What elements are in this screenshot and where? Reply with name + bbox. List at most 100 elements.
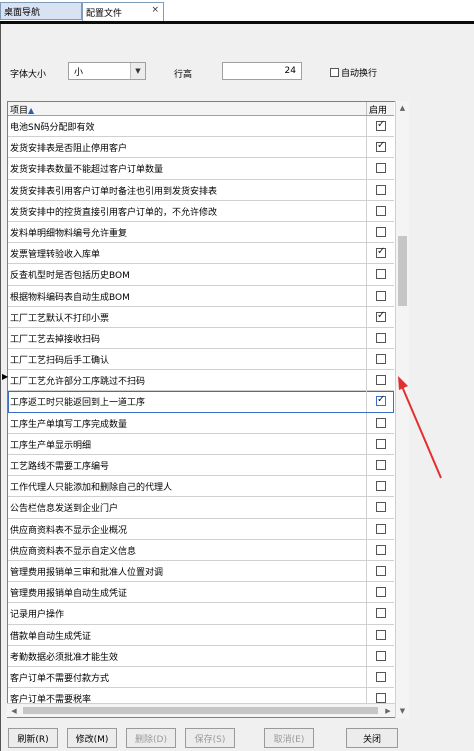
cell-separator	[366, 412, 367, 433]
table-row[interactable]: 电池SN码分配即有效	[8, 116, 394, 138]
table-row[interactable]: 工厂工艺默认不打印小票	[8, 306, 394, 328]
scroll-up-icon[interactable]: ▲	[396, 101, 409, 115]
enabled-checkbox[interactable]	[376, 394, 386, 407]
enabled-checkbox[interactable]	[376, 650, 386, 661]
table-row[interactable]: 工作代理人只能添加和删除自己的代理人	[8, 476, 394, 498]
enabled-checkbox[interactable]	[376, 119, 386, 131]
row-label: 供应商资料表不显示自定义信息	[10, 546, 137, 557]
table-row[interactable]: 工厂工艺允许部分工序跳过不扫码	[8, 370, 394, 392]
enabled-checkbox[interactable]	[376, 226, 386, 237]
enabled-checkbox[interactable]	[376, 523, 386, 534]
enabled-checkbox[interactable]	[376, 438, 386, 449]
table-row[interactable]: 管理费用报销单三审和批准人位置对调	[8, 560, 394, 583]
table-row[interactable]: 借款单自动生成凭证	[8, 624, 394, 646]
row-label: 工厂工艺允许部分工序跳过不扫码	[10, 377, 146, 388]
table-row[interactable]: 发料单明细物料编号允许重复	[8, 221, 394, 244]
vertical-scrollbar[interactable]: ▲ ▼	[395, 101, 409, 718]
delete-button[interactable]: 删除(D)	[126, 728, 176, 748]
table-row[interactable]: 反查机型时是否包括历史BOM	[8, 264, 394, 286]
row-label: 反查机型时是否包括历史BOM	[10, 271, 130, 282]
enabled-checkbox[interactable]	[376, 310, 386, 322]
row-label: 发货安排表是否阻止停用客户	[10, 144, 128, 155]
cell-separator	[366, 539, 367, 560]
column-header-enabled[interactable]: 启用	[369, 103, 387, 116]
close-tab-icon[interactable]: ×	[151, 5, 159, 15]
cell-separator	[366, 200, 367, 221]
horizontal-scrollbar[interactable]: ◀ ▶	[7, 703, 395, 717]
column-header-item[interactable]: 项目▲	[10, 103, 34, 116]
checkbox-icon[interactable]	[330, 68, 339, 77]
close-button-label: 关闭	[362, 734, 381, 745]
table-row[interactable]: 客户订单不需要付款方式	[8, 666, 394, 689]
cancel-button[interactable]: 取消(E)	[264, 728, 314, 748]
row-height-input[interactable]: 24	[222, 62, 302, 80]
enabled-checkbox[interactable]	[376, 587, 386, 598]
table-row[interactable]: 发货安排中的控货直接引用客户订单的，不允许修改	[8, 200, 394, 222]
table-row[interactable]: 发货安排表是否阻止停用客户	[8, 137, 394, 159]
save-button[interactable]: 保存(S)	[185, 728, 235, 748]
table-row[interactable]: 公告栏信息发送到企业门户	[8, 497, 394, 519]
tab-config-file[interactable]: 配置文件 ×	[82, 2, 164, 21]
enabled-checkbox[interactable]	[376, 246, 386, 259]
refresh-button[interactable]: 刷新(R)	[8, 728, 58, 748]
enabled-checkbox[interactable]	[376, 629, 386, 640]
scroll-left-icon[interactable]: ◀	[7, 704, 21, 717]
enabled-checkbox[interactable]	[376, 332, 386, 343]
enabled-checkbox[interactable]	[376, 184, 386, 195]
enabled-checkbox[interactable]	[376, 565, 386, 576]
enabled-checkbox[interactable]	[376, 502, 386, 513]
enabled-checkbox[interactable]	[376, 163, 386, 174]
table-row[interactable]: 工厂工艺扫码后手工确认	[8, 349, 394, 371]
close-button[interactable]: 关闭	[346, 728, 398, 748]
modify-button[interactable]: 修改(M)	[67, 728, 117, 748]
font-size-select[interactable]: 小 ▼	[68, 62, 146, 80]
row-label: 根据物料编码表自动生成BOM	[10, 292, 130, 303]
enabled-checkbox[interactable]	[376, 354, 386, 365]
enabled-checkbox[interactable]	[376, 693, 386, 704]
table-row[interactable]: 工艺路线不需要工序编号	[8, 455, 394, 477]
column-header-item-label: 项目	[10, 106, 29, 116]
enabled-checkbox[interactable]	[376, 608, 386, 619]
cell-separator	[366, 349, 367, 370]
enabled-checkbox[interactable]	[376, 417, 386, 428]
table-row[interactable]: 供应商资料表不显示企业概况	[8, 518, 394, 540]
table-row[interactable]: 发货安排表引用客户订单时备注也引用到发货安排表	[8, 179, 394, 201]
tab-config-file-label: 配置文件	[86, 8, 123, 19]
enabled-checkbox[interactable]	[376, 269, 386, 280]
tab-desktop-nav[interactable]: 桌面导航	[0, 2, 82, 20]
cell-separator	[366, 221, 367, 243]
enabled-checkbox[interactable]	[376, 671, 386, 682]
table-row[interactable]: 工序生产单显示明细	[8, 433, 394, 455]
row-label: 发票管理转验收入库单	[10, 250, 101, 261]
chevron-down-icon[interactable]: ▼	[130, 63, 145, 79]
scroll-right-icon[interactable]: ▶	[381, 704, 395, 717]
table-row[interactable]: 发货安排表数量不能超过客户订单数量	[8, 158, 394, 180]
table-row[interactable]: 记录用户操作	[8, 603, 394, 625]
enabled-checkbox[interactable]	[376, 205, 386, 216]
hscroll-thumb[interactable]	[23, 707, 378, 714]
refresh-button-label: 刷新(R)	[17, 734, 49, 745]
table-row[interactable]: 根据物料编码表自动生成BOM	[8, 285, 394, 307]
table-row[interactable]: 工厂工艺去掉接收扫码	[8, 327, 394, 350]
auto-wrap-checkbox[interactable]: 自动换行	[330, 66, 377, 79]
cell-separator	[366, 645, 367, 666]
window-border	[0, 24, 1, 751]
table-row[interactable]: 工序生产单填写工序完成数量	[8, 412, 394, 434]
enabled-checkbox[interactable]	[376, 481, 386, 492]
auto-wrap-label: 自动换行	[341, 69, 378, 79]
enabled-checkbox[interactable]	[376, 375, 386, 386]
table-row[interactable]: 发票管理转验收入库单	[8, 243, 394, 265]
scroll-down-icon[interactable]: ▼	[396, 704, 409, 718]
enabled-checkbox[interactable]	[376, 290, 386, 301]
table-row[interactable]: 考勤数据必须批准才能生效	[8, 645, 394, 667]
column-separator[interactable]	[366, 102, 367, 115]
enabled-checkbox[interactable]	[376, 460, 386, 470]
table-row[interactable]: 工序返工时只能返回到上一道工序	[8, 391, 394, 413]
enabled-checkbox[interactable]	[376, 140, 386, 153]
row-label: 公告栏信息发送到企业门户	[10, 504, 119, 515]
delete-button-label: 删除(D)	[135, 734, 167, 745]
table-row[interactable]: 供应商资料表不显示自定义信息	[8, 539, 394, 561]
enabled-checkbox[interactable]	[376, 544, 386, 555]
table-row[interactable]: 管理费用报销单自动生成凭证	[8, 582, 394, 604]
scroll-thumb[interactable]	[398, 236, 407, 306]
